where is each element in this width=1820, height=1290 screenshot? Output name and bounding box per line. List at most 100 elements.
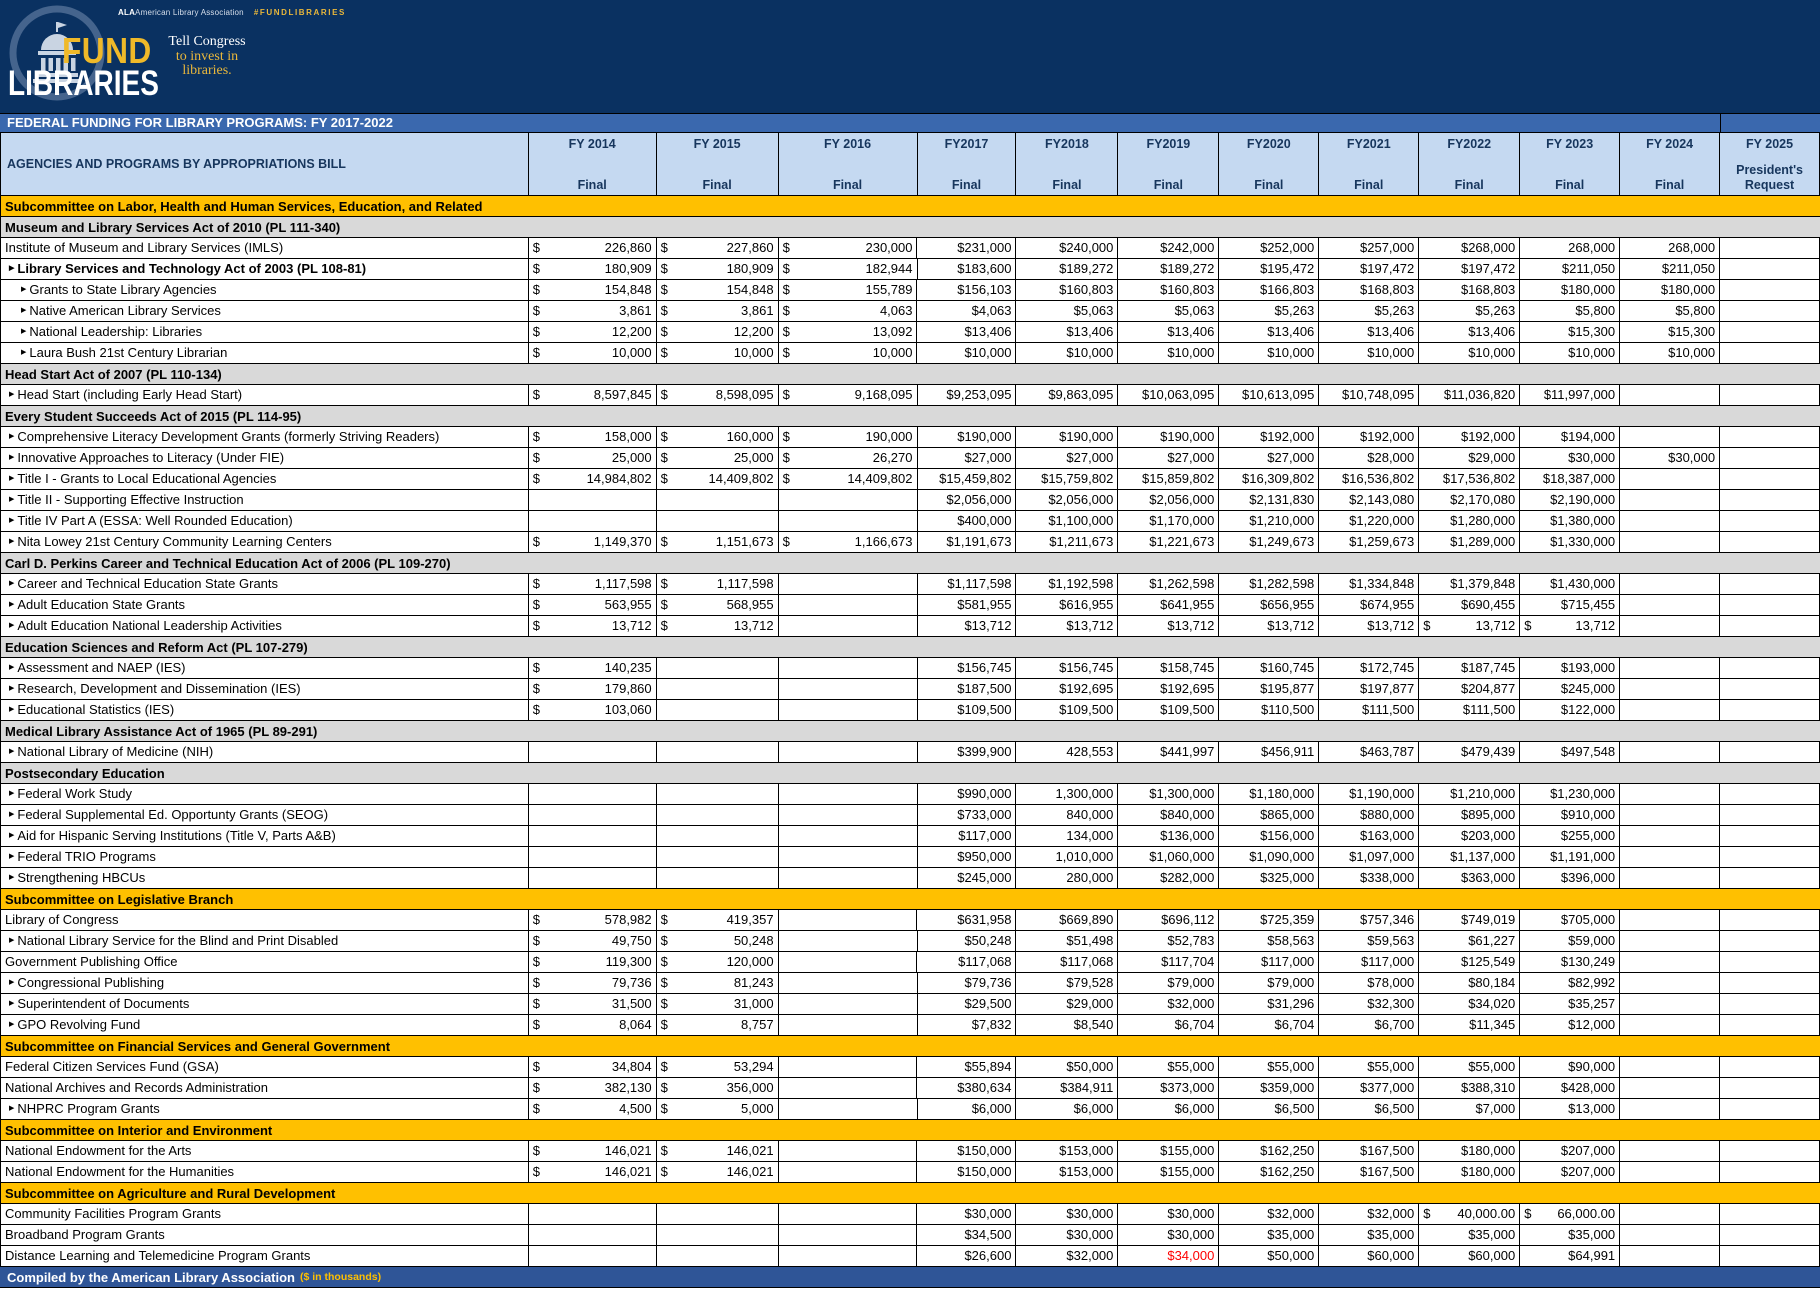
cell-fy2020: $13,406 [1219, 322, 1320, 342]
cell-fy2015: $419,357 [657, 910, 779, 930]
cell-fy2019: $136,000 [1118, 826, 1220, 846]
row-label-text: Grants to State Library Agencies [29, 282, 217, 297]
cell-fy2021: $111,500 [1319, 700, 1420, 720]
cell-fy2024: $5,800 [1620, 301, 1721, 321]
cell-fy2016: $26,270 [779, 448, 918, 468]
cell-fy2024 [1620, 1099, 1721, 1119]
cell-fy2015: $146,021 [657, 1141, 779, 1161]
row-label-text: Distance Learning and Telemedicine Progr… [5, 1248, 311, 1263]
cell-fy2021: $5,263 [1319, 301, 1420, 321]
cell-fy2023: $255,000 [1520, 826, 1621, 846]
dollar-sign: $ [532, 975, 540, 990]
cell-fy2024 [1620, 931, 1721, 951]
dollar-sign: $ [532, 429, 540, 444]
section-label: Subcommittee on Financial Services and G… [5, 1038, 391, 1054]
cell-fy2014: $226,860 [529, 238, 657, 258]
cell-fy2023: $59,000 [1520, 931, 1621, 951]
table-row: Government Publishing Office $119,300 $120… [1, 952, 1820, 973]
cell-fy2017: $15,459,802 [918, 469, 1017, 489]
dollar-sign: $ [660, 324, 668, 339]
cell-fy2018: 134,000 [1016, 826, 1119, 846]
cell-fy2017: $1,117,598 [918, 574, 1017, 594]
row-label-text: Congressional Publishing [17, 975, 165, 990]
row-label-text: National Archives and Records Administra… [5, 1080, 269, 1095]
section-row: Carl D. Perkins Career and Technical Edu… [1, 553, 1820, 574]
cell-fy2014: $49,750 [529, 931, 657, 951]
table-row: ▶ Adult Education National Leadership Act… [1, 616, 1820, 637]
cell-fy2016 [779, 1225, 918, 1245]
dollar-sign: $ [660, 303, 668, 318]
cell-fy2015 [657, 511, 779, 531]
cell-value: 146,021 [726, 1164, 774, 1179]
row-label-text: Institute of Museum and Library Services… [5, 240, 284, 255]
cell-fy2018: $6,000 [1016, 1099, 1119, 1119]
cell-fy2024 [1620, 595, 1721, 615]
cell-fy2019: $10,063,095 [1118, 385, 1220, 405]
cell-fy2017: $581,955 [918, 595, 1017, 615]
cell-value: 382,130 [604, 1080, 652, 1095]
cell-fy2023: $705,000 [1520, 910, 1621, 930]
section-row: Subcommittee on Agriculture and Rural De… [1, 1183, 1820, 1204]
cell-fy2022: $125,549 [1419, 952, 1521, 972]
cell-fy2016: $1,166,673 [779, 532, 918, 552]
cell-value: 14,409,802 [708, 471, 774, 486]
table-row: ▶ GPO Revolving Fund $8,064 $8,757 $7,832 $8,… [1, 1015, 1820, 1036]
cell-fy2022: $1,137,000 [1419, 847, 1521, 867]
row-label-text: Title II - Supporting Effective Instruct… [17, 492, 244, 507]
cell-fy2024: 268,000 [1620, 238, 1721, 258]
cell-fy2021: $6,500 [1319, 1099, 1420, 1119]
cell-fy2014: $10,000 [529, 343, 657, 363]
row-label: ▶ Native American Library Services [1, 301, 529, 321]
column-header-fy2025: FY 2025 President's Request [1720, 133, 1820, 195]
cell-fy2016 [779, 742, 918, 762]
dollar-sign: $ [532, 954, 540, 969]
row-label: Government Publishing Office [1, 952, 529, 972]
dollar-sign: $ [532, 702, 540, 717]
cell-fy2020: $725,359 [1219, 910, 1320, 930]
table-row: ▶ National Library of Medicine (NIH) $399,… [1, 742, 1820, 763]
dollar-sign: $ [782, 240, 790, 255]
cell-fy2023: $35,000 [1520, 1225, 1621, 1245]
cell-fy2025 [1720, 448, 1820, 468]
cell-fy2014 [529, 826, 657, 846]
cell-fy2025 [1720, 385, 1820, 405]
triangle-marker-icon: ▶ [9, 874, 15, 881]
table-row: ▶ National Leadership: Libraries $12,200 $1… [1, 322, 1820, 343]
table-row: ▶ National Library Service for the Blind … [1, 931, 1820, 952]
year-label: FY 2015 [693, 137, 741, 151]
dollar-sign: $ [532, 240, 540, 255]
dollar-sign: $ [660, 1017, 668, 1032]
cell-fy2020: $2,131,830 [1219, 490, 1320, 510]
row-label: Broadband Program Grants [1, 1225, 529, 1245]
cell-fy2015: $5,000 [657, 1099, 779, 1119]
cell-fy2017: $26,600 [917, 1246, 1017, 1266]
cell-fy2022: $895,000 [1419, 805, 1521, 825]
cell-fy2014: $79,736 [529, 973, 657, 993]
cell-fy2025 [1720, 1057, 1820, 1077]
cell-fy2016: $182,944 [779, 259, 918, 279]
cell-value: 3,861 [619, 303, 652, 318]
cell-value: 81,243 [733, 975, 774, 990]
triangle-marker-icon: ▶ [9, 1000, 15, 1007]
cell-fy2019: $192,695 [1118, 679, 1220, 699]
cell-fy2022: $1,379,848 [1419, 574, 1521, 594]
cell-fy2022: $168,803 [1419, 280, 1521, 300]
row-label: ▶ Innovative Approaches to Literacy (Unde… [1, 448, 529, 468]
row-label-text: Research, Development and Dissemination … [17, 681, 301, 696]
cell-value: 120,000 [726, 954, 774, 969]
cell-fy2024 [1620, 469, 1721, 489]
label-column-header: AGENCIES AND PROGRAMS BY APPROPRIATIONS … [1, 133, 529, 195]
column-header-fy2019: FY2019 Final [1118, 133, 1220, 195]
cell-fy2019: $1,300,000 [1118, 784, 1220, 804]
cell-fy2023: $428,000 [1520, 1078, 1621, 1098]
cell-fy2020: $156,000 [1219, 826, 1320, 846]
cell-fy2014: $1,117,598 [529, 574, 657, 594]
cell-fy2022: $10,000 [1419, 343, 1521, 363]
cell-fy2020: $6,704 [1219, 1015, 1320, 1035]
cell-fy2015: $146,021 [657, 1162, 779, 1182]
row-label-text: Career and Technical Education State Gra… [17, 576, 279, 591]
cell-value: 12,200 [611, 324, 652, 339]
dollar-sign: $ [660, 345, 668, 360]
cell-fy2019: $13,712 [1118, 616, 1220, 636]
cell-fy2023: $82,992 [1520, 973, 1621, 993]
